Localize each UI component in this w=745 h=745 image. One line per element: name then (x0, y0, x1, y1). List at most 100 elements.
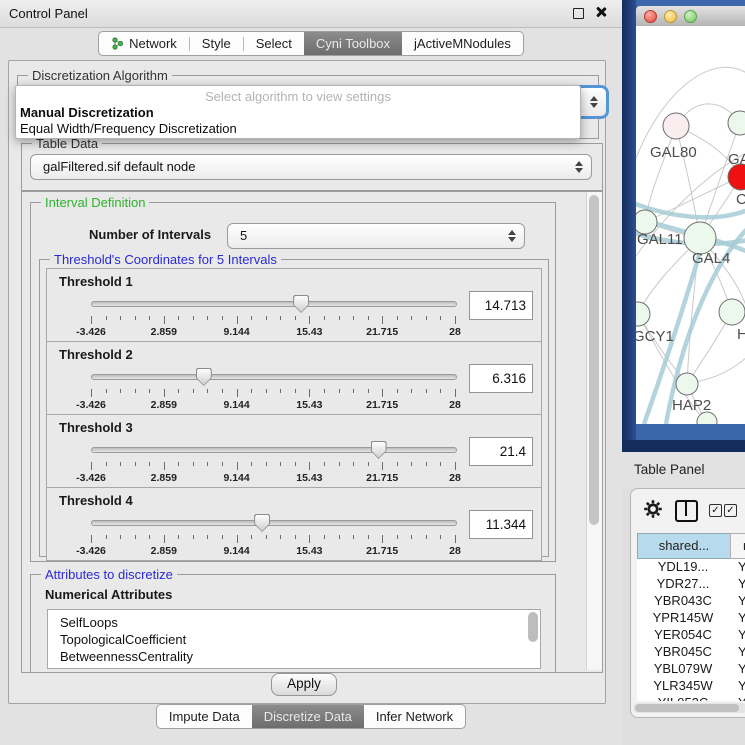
tick-mark (237, 316, 238, 324)
threshold-value-input[interactable] (469, 510, 533, 539)
tick-mark (397, 316, 398, 320)
slider-track[interactable] (91, 520, 457, 526)
table-cell-shared-name[interactable]: YIL052C (637, 695, 729, 701)
tick-mark (193, 535, 194, 539)
column-header-name[interactable]: na (730, 533, 745, 559)
split-columns-icon[interactable] (675, 500, 698, 522)
table-cell-shared-name[interactable]: YDR27... (637, 576, 729, 591)
table-cell-shared-name[interactable]: YLR345W (637, 678, 729, 693)
slider-track[interactable] (91, 301, 457, 307)
slider-thumb[interactable] (371, 441, 387, 459)
tab-jactivemnodules[interactable]: jActiveMNodules (402, 32, 523, 55)
network-canvas[interactable]: GAL80GACGAL11GAL4GCY1HHAP2 (636, 26, 745, 424)
slider-scale: -3.4262.8599.14415.4321.71528 (91, 399, 455, 412)
horizontal-scrollbar-thumb[interactable] (635, 704, 739, 712)
settings-scrollbar-thumb[interactable] (589, 195, 599, 525)
checkbox-icon[interactable]: ✓ (724, 504, 737, 517)
table-cell-name[interactable]: YBR0 (729, 593, 745, 608)
table-body[interactable]: YDL19...YDL1YDR27...YDR2YBR043CYBR0YPR14… (637, 559, 745, 701)
table-row[interactable]: YBR045CYBR0 (637, 644, 745, 661)
tick-mark (353, 535, 354, 539)
close-icon[interactable] (594, 5, 608, 19)
float-window-icon[interactable] (573, 8, 584, 19)
threshold-value-input[interactable] (469, 291, 533, 320)
apply-button[interactable]: Apply (271, 673, 337, 696)
tab-infer-network[interactable]: Infer Network (364, 705, 465, 728)
table-cell-name[interactable]: YDR2 (729, 576, 745, 591)
checkbox-icon[interactable]: ✓ (709, 504, 722, 517)
threshold-stack: Threshold 1-3.4262.8599.14415.4321.71528… (40, 268, 548, 560)
network-window-titlebar[interactable] (636, 6, 745, 27)
slider-ticks (91, 535, 455, 544)
slider-ticks (91, 462, 455, 471)
minimize-traffic-light[interactable] (664, 10, 677, 23)
tab-network[interactable]: Network (99, 32, 189, 55)
numerical-attribute-item[interactable]: BetweennessCentrality (48, 648, 540, 665)
table-row[interactable]: YBR043CYBR0 (637, 593, 745, 610)
thresholds-group: Threshold's Coordinates for 5 Intervals … (39, 259, 549, 557)
zoom-traffic-light[interactable] (684, 10, 697, 23)
tick-mark (440, 316, 441, 320)
algorithm-option-manual[interactable]: Manual Discretization (20, 105, 154, 120)
threshold-value-input[interactable] (469, 364, 533, 393)
cyni-toolbox-panel: Discretization Algorithm Select algorith… (8, 60, 606, 704)
threshold-slider[interactable]: -3.4262.8599.14415.4321.71528 (91, 368, 455, 412)
tab-cyni-toolbox[interactable]: Cyni Toolbox (304, 32, 402, 55)
table-cell-name[interactable]: YLR3 (729, 678, 745, 693)
slider-thumb[interactable] (293, 295, 309, 313)
horizontal-scrollbar[interactable] (633, 703, 745, 713)
table-row[interactable]: YER054CYER0 (637, 627, 745, 644)
table-row[interactable]: YDL19...YDL1 (637, 559, 745, 576)
tab-style[interactable]: Style (190, 32, 243, 55)
tick-mark (207, 462, 208, 466)
table-cell-name[interactable]: YER0 (729, 627, 745, 642)
table-row[interactable]: YIL052CYIL0 (637, 695, 745, 701)
threshold-value-input[interactable] (469, 437, 533, 466)
numerical-attribute-item[interactable]: SelfLoops (48, 610, 540, 631)
network-node[interactable] (728, 111, 745, 135)
close-traffic-light[interactable] (644, 10, 657, 23)
tick-mark (368, 535, 369, 539)
table-cell-shared-name[interactable]: YDL19... (637, 559, 729, 574)
threshold-label: Threshold 2 (59, 347, 133, 362)
network-node[interactable] (663, 113, 689, 139)
settings-scrollbar[interactable] (586, 192, 602, 670)
slider-track[interactable] (91, 447, 457, 453)
numerical-attribute-item[interactable]: TopologicalCoefficient (48, 631, 540, 648)
numerical-attributes-list[interactable]: SelfLoopsTopologicalCoefficientBetweenne… (47, 609, 541, 669)
table-row[interactable]: YPR145WYPR1 (637, 610, 745, 627)
column-header-shared-name[interactable]: shared... (637, 533, 731, 559)
settings-gear-icon[interactable] (643, 499, 663, 519)
table-cell-shared-name[interactable]: YBR045C (637, 644, 729, 659)
list-scrollbar-thumb[interactable] (528, 612, 538, 642)
table-cell-name[interactable]: YBL0 (729, 661, 745, 676)
network-node[interactable] (636, 302, 650, 326)
tab-impute-data[interactable]: Impute Data (157, 705, 252, 728)
network-node[interactable] (719, 299, 745, 325)
table-row[interactable]: YLR345WYLR3 (637, 678, 745, 695)
table-data-combo[interactable]: galFiltered.sif default node (30, 154, 592, 180)
network-node[interactable] (676, 373, 698, 395)
slider-track[interactable] (91, 374, 457, 380)
number-of-intervals-combo[interactable]: 5 (227, 223, 525, 249)
tick-mark (193, 462, 194, 466)
table-cell-shared-name[interactable]: YBR043C (637, 593, 729, 608)
tab-discretize-data[interactable]: Discretize Data (252, 705, 364, 728)
slider-thumb[interactable] (254, 514, 270, 532)
table-cell-name[interactable]: YPR1 (729, 610, 745, 625)
slider-thumb[interactable] (196, 368, 212, 386)
threshold-slider[interactable]: -3.4262.8599.14415.4321.71528 (91, 514, 455, 558)
table-cell-shared-name[interactable]: YER054C (637, 627, 729, 642)
table-row[interactable]: YDR27...YDR2 (637, 576, 745, 593)
tab-select[interactable]: Select (244, 32, 304, 55)
table-row[interactable]: YBL079WYBL0 (637, 661, 745, 678)
table-cell-name[interactable]: YIL0 (729, 695, 745, 701)
threshold-slider[interactable]: -3.4262.8599.14415.4321.71528 (91, 295, 455, 339)
table-cell-name[interactable]: YBR0 (729, 644, 745, 659)
threshold-slider[interactable]: -3.4262.8599.14415.4321.71528 (91, 441, 455, 485)
algorithm-option-equal-width[interactable]: Equal Width/Frequency Discretization (20, 121, 237, 136)
table-cell-shared-name[interactable]: YPR145W (637, 610, 729, 625)
table-cell-name[interactable]: YDL1 (729, 559, 745, 574)
tick-mark (91, 316, 92, 324)
table-cell-shared-name[interactable]: YBL079W (637, 661, 729, 676)
